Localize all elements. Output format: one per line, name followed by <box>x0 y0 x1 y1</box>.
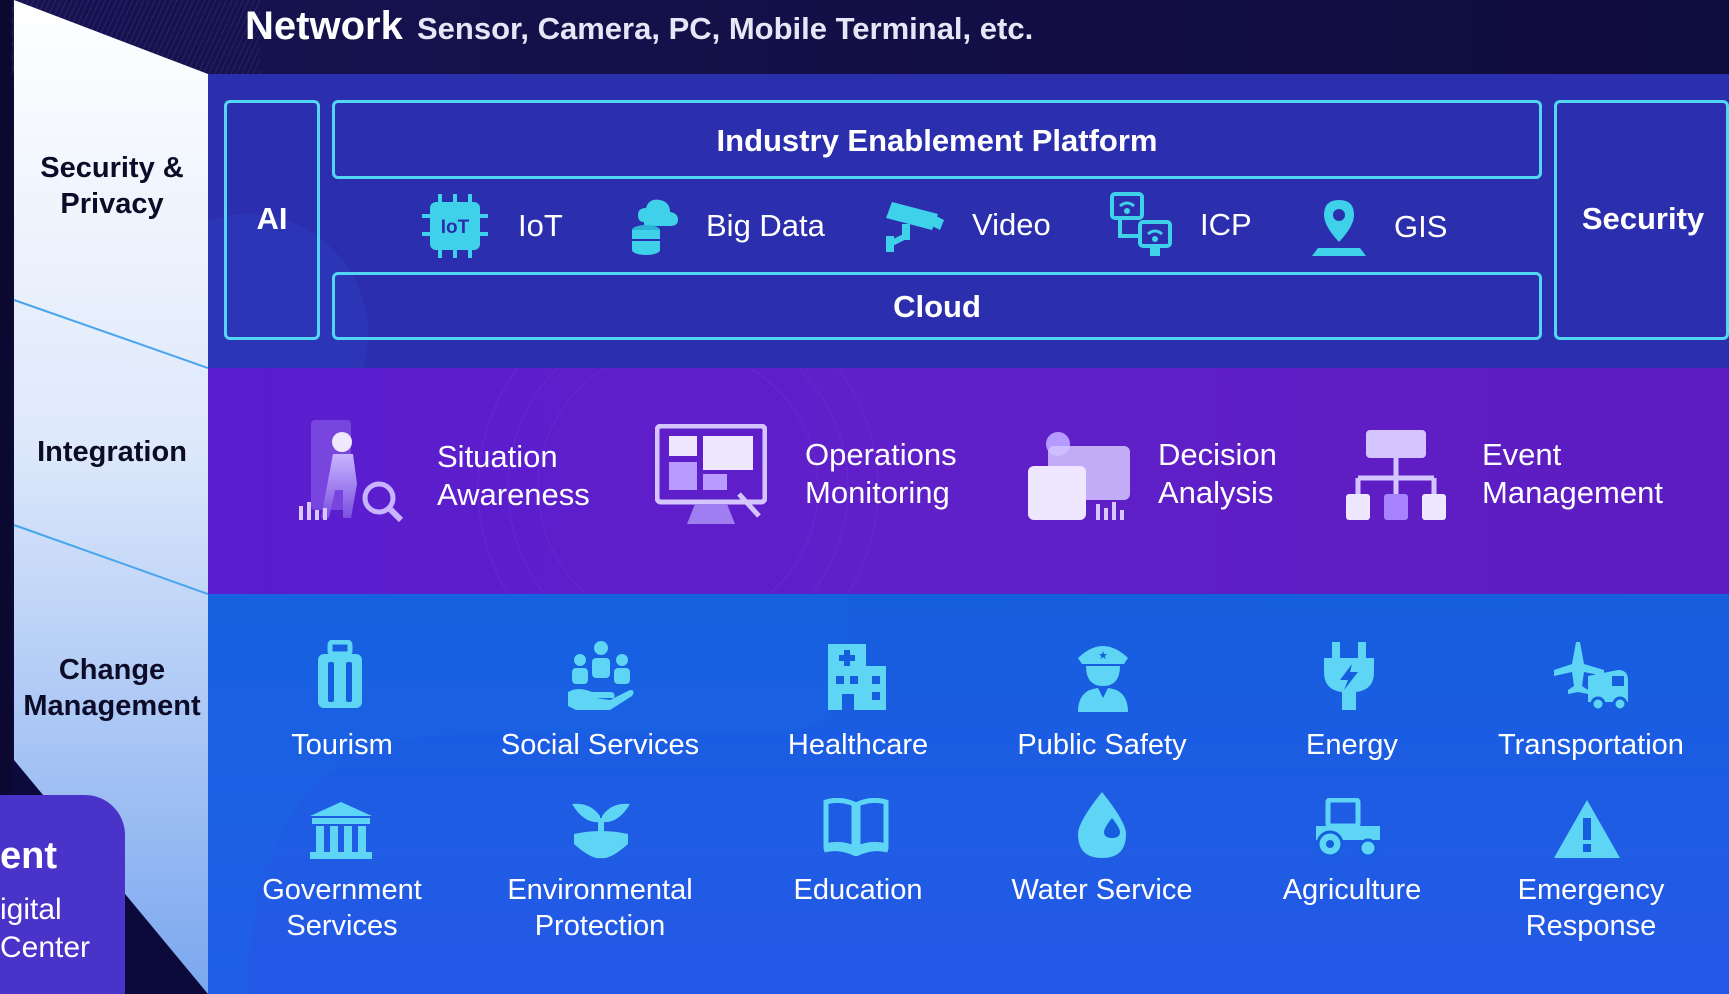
service-label-water-service: Water Service <box>1011 874 1193 906</box>
platform-item-label: Big Data <box>706 208 825 243</box>
luggage-icon <box>318 640 362 708</box>
service-label-healthcare: Healthcare <box>787 729 929 761</box>
decision-chart-icon <box>1024 428 1025 429</box>
platform-item-label: IoT <box>518 208 563 243</box>
platform-item-label: ICP <box>1200 207 1252 242</box>
water-drop-icon <box>1078 792 1126 858</box>
people-hand-icon <box>568 641 634 710</box>
left-label-integration: Integration <box>37 436 187 468</box>
network-title: Network <box>245 4 403 48</box>
industry-platform-box: Industry Enablement Platform <box>332 100 1542 179</box>
network-subtitle: Sensor, Camera, PC, Mobile Terminal, etc… <box>417 11 1034 46</box>
plane-truck-icon <box>1554 642 1628 712</box>
service-label-transportation: Transportation <box>1498 729 1684 761</box>
service-label-public-safety: Public Safety <box>1017 729 1187 761</box>
person-radar-icon <box>299 420 404 523</box>
integration-label-situation: Situation Awareness <box>437 439 590 512</box>
bottom-left-line2: Center <box>0 931 91 964</box>
platform-item-icp: ICP <box>1110 192 1252 258</box>
service-label-tourism: Tourism <box>291 729 393 761</box>
platform-item-label: Video <box>972 207 1051 242</box>
tractor-icon <box>1316 798 1380 858</box>
cloud-database-icon <box>632 199 678 255</box>
service-label-energy: Energy <box>1306 729 1398 761</box>
police-officer-icon: ★ <box>1078 646 1128 712</box>
iot-chip-icon: IoT <box>422 194 488 258</box>
hierarchy-icon <box>1346 430 1446 520</box>
platform-item-iot: IoT IoT <box>418 190 563 262</box>
svg-text:★: ★ <box>1098 649 1108 662</box>
plug-icon <box>1324 642 1374 710</box>
bottom-left-card: ent igital Center <box>0 795 125 994</box>
security-box: Security <box>1554 100 1729 340</box>
integration-label-event: Event Management <box>1482 437 1663 510</box>
warning-icon <box>1554 800 1620 858</box>
platform-item-label: GIS <box>1394 209 1448 244</box>
left-label-security-privacy: Security & Privacy <box>40 152 184 220</box>
integration-label-decision: Decision Analysis <box>1158 437 1277 510</box>
cctv-camera-icon <box>886 202 944 252</box>
service-label-education: Education <box>793 874 923 906</box>
service-label-government: Government Services <box>262 874 422 942</box>
service-label-social-services: Social Services <box>500 729 700 761</box>
ai-label: AI <box>256 201 288 236</box>
security-label: Security <box>1581 201 1705 236</box>
ai-box: AI <box>224 100 320 340</box>
industry-platform-title: Industry Enablement Platform <box>716 123 1158 158</box>
platform-item-video: Video <box>882 196 1051 254</box>
hospital-icon <box>828 644 886 710</box>
network-bar: Network Sensor, Camera, PC, Mobile Termi… <box>0 0 1729 74</box>
left-label-change-management: Change Management <box>23 654 201 722</box>
service-label-agriculture: Agriculture <box>1282 874 1422 906</box>
wifi-devices-icon <box>1110 192 1172 256</box>
svg-text:IoT: IoT <box>441 217 470 238</box>
bottom-left-title: ent <box>0 835 57 877</box>
platform-item-big-data: Big Data <box>630 196 825 256</box>
service-label-environmental: Environmental Protection <box>507 874 693 942</box>
bottom-left-line1: igital <box>0 893 62 926</box>
government-building-icon <box>310 802 372 859</box>
integration-label-operations: Operations Monitoring <box>805 437 957 510</box>
platform-item-gis: GIS <box>1310 196 1447 258</box>
monitor-dashboard-icon <box>655 424 767 524</box>
book-icon <box>823 798 889 856</box>
plant-icon <box>572 803 630 859</box>
cloud-box: Cloud <box>332 272 1542 340</box>
map-pin-icon <box>1312 200 1366 256</box>
service-label-emergency: Emergency Response <box>1517 874 1665 942</box>
cloud-label: Cloud <box>893 289 981 324</box>
